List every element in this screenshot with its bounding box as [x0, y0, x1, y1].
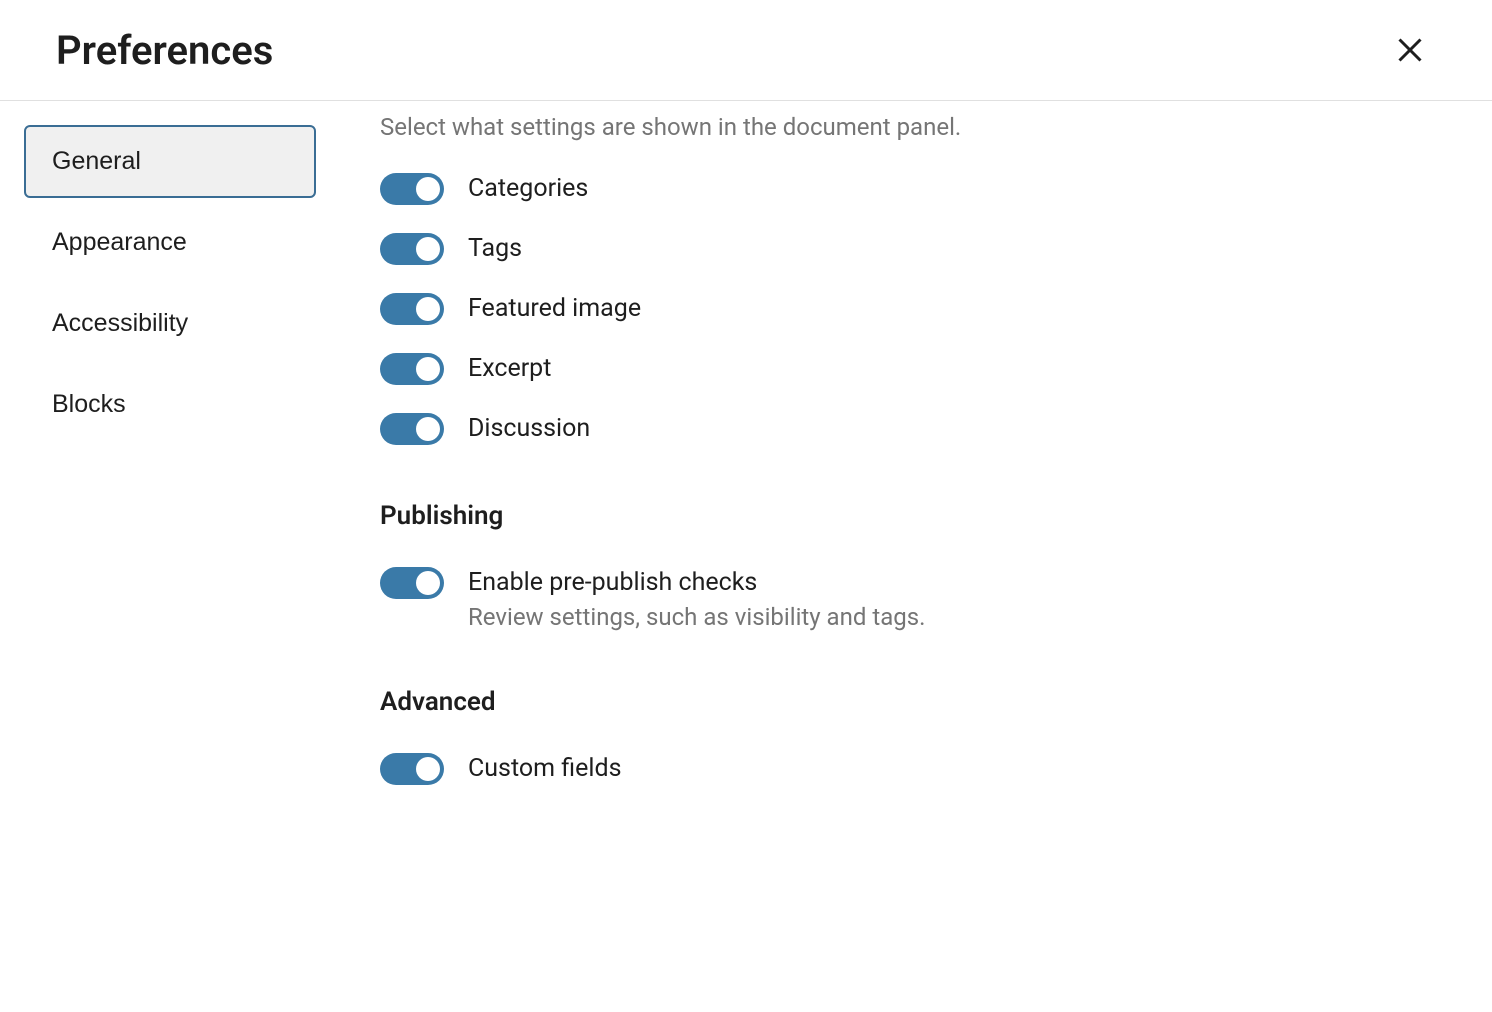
tab-appearance[interactable]: Appearance	[24, 206, 316, 279]
tab-general[interactable]: General	[24, 125, 316, 198]
toggle-label-featured-image: Featured image	[468, 293, 641, 325]
toggle-custom-fields[interactable]	[380, 753, 444, 785]
document-panel-description: Select what settings are shown in the do…	[380, 113, 1452, 141]
toggle-featured-image[interactable]	[380, 293, 444, 325]
modal-title: Preferences	[56, 27, 273, 74]
advanced-heading: Advanced	[380, 687, 1452, 717]
publishing-heading: Publishing	[380, 501, 1452, 531]
toggle-discussion[interactable]	[380, 413, 444, 445]
modal-header: Preferences	[0, 0, 1492, 101]
toggle-help-prepublish: Review settings, such as visibility and …	[468, 603, 925, 631]
close-button[interactable]	[1384, 24, 1436, 76]
toggle-row-excerpt: Excerpt	[380, 353, 1452, 385]
toggle-label-custom-fields: Custom fields	[468, 753, 621, 785]
toggle-label-excerpt: Excerpt	[468, 353, 551, 385]
toggle-label-prepublish: Enable pre-publish checks	[468, 567, 925, 599]
toggle-row-discussion: Discussion	[380, 413, 1452, 445]
preferences-tabs: General Appearance Accessibility Blocks	[0, 101, 340, 991]
toggle-row-prepublish: Enable pre-publish checks Review setting…	[380, 567, 1452, 631]
modal-body: General Appearance Accessibility Blocks …	[0, 101, 1492, 991]
toggle-prepublish-checks[interactable]	[380, 567, 444, 599]
toggle-row-tags: Tags	[380, 233, 1452, 265]
toggle-label-tags: Tags	[468, 233, 522, 265]
tab-accessibility[interactable]: Accessibility	[24, 287, 316, 360]
toggle-label-discussion: Discussion	[468, 413, 590, 445]
toggle-row-custom-fields: Custom fields	[380, 753, 1452, 785]
close-icon	[1392, 32, 1428, 68]
toggle-row-featured-image: Featured image	[380, 293, 1452, 325]
toggle-label-categories: Categories	[468, 173, 588, 205]
toggle-categories[interactable]	[380, 173, 444, 205]
toggle-tags[interactable]	[380, 233, 444, 265]
toggle-row-categories: Categories	[380, 173, 1452, 205]
preferences-content: Select what settings are shown in the do…	[340, 101, 1492, 991]
tab-blocks[interactable]: Blocks	[24, 368, 316, 441]
toggle-excerpt[interactable]	[380, 353, 444, 385]
